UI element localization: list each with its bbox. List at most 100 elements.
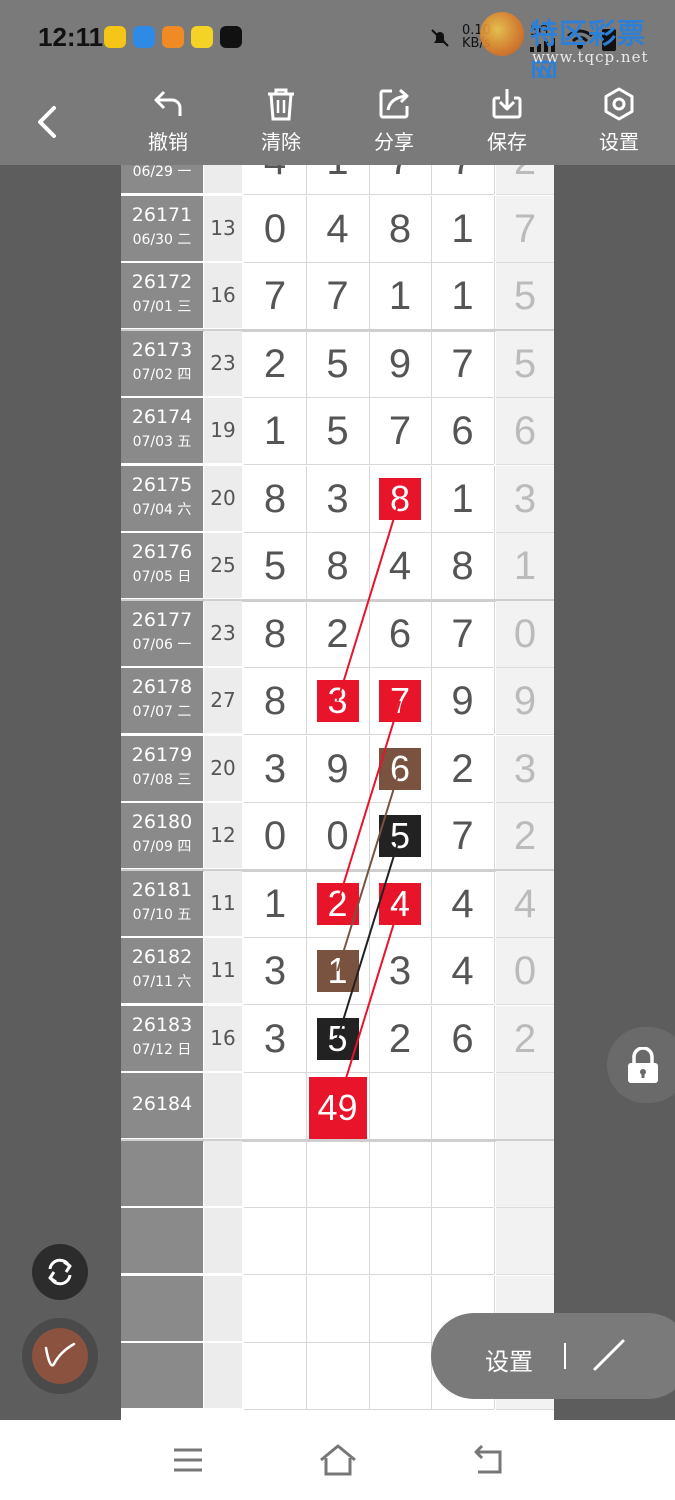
digit-cell[interactable]: 7: [432, 803, 495, 869]
digit-cell[interactable]: 1: [432, 465, 495, 532]
digit-mark[interactable]: 6: [379, 747, 421, 790]
digit-cell[interactable]: 4: [244, 165, 307, 194]
digit-cell[interactable]: 3: [244, 1005, 307, 1072]
digit-cell[interactable]: 7: [369, 668, 432, 734]
digit-cell[interactable]: 1: [369, 263, 432, 329]
digit-cell[interactable]: 2: [244, 330, 307, 397]
home-icon[interactable]: [319, 1444, 357, 1476]
digit-mark[interactable]: 1: [316, 950, 359, 993]
digit-cell[interactable]: 8: [369, 465, 432, 532]
refresh-button[interactable]: [32, 1244, 88, 1300]
digit-cell[interactable]: [432, 1140, 495, 1207]
digit-cell[interactable]: 5: [307, 1005, 370, 1072]
digit-cell[interactable]: 4: [369, 870, 432, 937]
lock-button[interactable]: [607, 1027, 675, 1103]
digit-mark[interactable]: 8: [379, 477, 421, 520]
back-button[interactable]: [30, 100, 70, 144]
trend-chart[interactable]: 06/29 一417722617106/30 二13048172617207/0…: [121, 165, 554, 1420]
digit-cell[interactable]: [369, 1275, 432, 1342]
digit-cell[interactable]: 3: [244, 938, 307, 1004]
share-button[interactable]: 分享: [354, 86, 434, 162]
digit-cell[interactable]: 7: [369, 165, 432, 194]
digit-cell[interactable]: 8: [369, 195, 432, 262]
digit-cell[interactable]: 8: [244, 465, 307, 532]
digit-cell[interactable]: 9: [369, 330, 432, 397]
digit-cell[interactable]: 8: [244, 668, 307, 734]
digit-cell[interactable]: 0: [244, 195, 307, 262]
pen-color-button[interactable]: [22, 1318, 98, 1394]
digit-cell[interactable]: 0: [307, 803, 370, 869]
digit-cell[interactable]: 1: [244, 870, 307, 937]
digit-cell[interactable]: [369, 1140, 432, 1207]
digit-cell[interactable]: 5: [244, 533, 307, 599]
digit-cell[interactable]: 1: [244, 398, 307, 464]
digit-cell[interactable]: 1: [432, 195, 495, 262]
digit-cell[interactable]: [432, 1073, 495, 1139]
digit-cell[interactable]: 1: [307, 165, 370, 194]
digit-cell[interactable]: 1: [307, 938, 370, 1004]
digit-cell[interactable]: [369, 1208, 432, 1274]
digit-cell[interactable]: [369, 1073, 432, 1139]
digit-cell[interactable]: 7: [432, 330, 495, 397]
digit-cell[interactable]: [307, 1208, 370, 1274]
digit-cell[interactable]: 9: [432, 668, 495, 734]
digit-cell[interactable]: 8: [244, 600, 307, 667]
digit-mark[interactable]: 4: [379, 882, 421, 925]
digit-cell[interactable]: 7: [432, 600, 495, 667]
digit-cell[interactable]: 9: [307, 735, 370, 802]
digit-cell[interactable]: 3: [369, 938, 432, 1004]
digit-cell[interactable]: 4: [307, 195, 370, 262]
digit-cell[interactable]: [244, 1343, 307, 1409]
digit-cell[interactable]: 8: [307, 533, 370, 599]
digit-mark[interactable]: 5: [379, 815, 421, 858]
digit-cell[interactable]: 6: [432, 1005, 495, 1072]
undo-button[interactable]: 撤销: [128, 86, 208, 162]
digit-cell[interactable]: 3: [307, 668, 370, 734]
digit-cell[interactable]: 4: [369, 533, 432, 599]
digit-cell[interactable]: 7: [432, 165, 495, 194]
digit-cell[interactable]: 3: [244, 735, 307, 802]
digit-cell[interactable]: 7: [244, 263, 307, 329]
digit-mark[interactable]: 5: [316, 1017, 359, 1060]
digit-cell[interactable]: 3: [307, 465, 370, 532]
digit-cell[interactable]: [307, 1140, 370, 1207]
digit-cell[interactable]: 2: [369, 1005, 432, 1072]
settings-button[interactable]: 设置: [579, 86, 659, 162]
digit-cell[interactable]: 7: [369, 398, 432, 464]
digit-cell[interactable]: 7: [307, 263, 370, 329]
digit-cell[interactable]: [244, 1208, 307, 1274]
digit-cell[interactable]: 1: [432, 263, 495, 329]
digit-mark[interactable]: 3: [316, 680, 359, 723]
digit-cell[interactable]: [307, 1275, 370, 1342]
menu-icon[interactable]: [172, 1446, 204, 1474]
digit-mark[interactable]: 7: [379, 680, 421, 723]
line-tool-icon[interactable]: [591, 1337, 627, 1373]
back-nav-icon[interactable]: [470, 1444, 506, 1476]
digit-cell[interactable]: 8: [432, 533, 495, 599]
save-button[interactable]: 保存: [467, 86, 547, 162]
draw-settings-pill[interactable]: 设置: [431, 1313, 675, 1399]
digit-cell[interactable]: [369, 1343, 432, 1409]
digit-cell[interactable]: 6: [369, 735, 432, 802]
digit-cell[interactable]: 6: [369, 600, 432, 667]
digit-cell[interactable]: 49: [307, 1073, 370, 1140]
digit-cell[interactable]: [244, 1275, 307, 1342]
clear-button[interactable]: 清除: [241, 86, 321, 162]
digit-cell[interactable]: 5: [307, 330, 370, 397]
digit-cell[interactable]: 2: [432, 735, 495, 802]
digit-cell[interactable]: 0: [244, 803, 307, 869]
prediction-mark[interactable]: 49: [308, 1077, 367, 1140]
digit-cell[interactable]: 4: [432, 938, 495, 1004]
digit-cell[interactable]: 5: [307, 398, 370, 464]
digit-grid: [244, 1208, 495, 1275]
digit-cell[interactable]: [244, 1140, 307, 1207]
digit-cell[interactable]: 5: [369, 803, 432, 869]
digit-cell[interactable]: [244, 1073, 307, 1139]
digit-cell[interactable]: [432, 1208, 495, 1274]
digit-cell[interactable]: 2: [307, 870, 370, 937]
digit-cell[interactable]: 2: [307, 600, 370, 667]
digit-mark[interactable]: 2: [316, 882, 359, 925]
digit-cell[interactable]: 6: [432, 398, 495, 464]
digit-cell[interactable]: [307, 1343, 370, 1409]
digit-cell[interactable]: 4: [432, 870, 495, 937]
